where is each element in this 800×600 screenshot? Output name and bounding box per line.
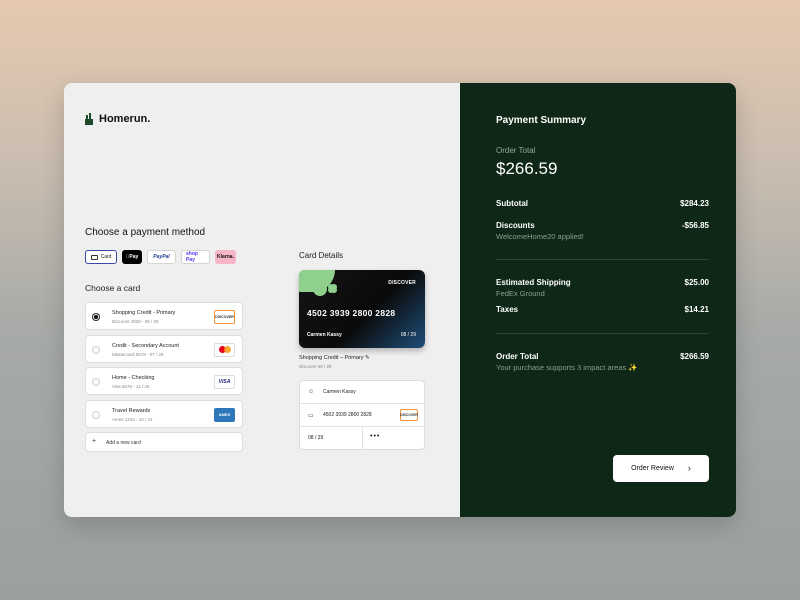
card-option-sub: Mastercard 5678 - 07 / 25 [112, 351, 164, 357]
brand-logo-icon [85, 113, 93, 125]
card-fields: ☺ Carmen Kassy ▭ 4502 3939 2800 2828 DIS… [299, 380, 425, 450]
name-field-value: Carmen Kassy [323, 389, 356, 395]
card-list: Shopping Credit - Primary Discover 2828 … [85, 302, 243, 457]
total-label: Order Total [496, 352, 539, 361]
card-number-field[interactable]: ▭ 4502 3939 2800 2828 DISCOVER [300, 404, 424, 427]
expiry-field[interactable]: 08 / 29 [308, 435, 323, 441]
amex-logo-icon: AMEX [214, 407, 235, 422]
field-divider [362, 427, 363, 450]
discover-logo-icon: DISCOVER [214, 310, 235, 324]
card-details-heading: Card Details [299, 251, 344, 260]
discount-note: WelcomeHome20 applied! [496, 232, 584, 241]
order-total-value: $266.59 [496, 159, 558, 178]
selected-card-name: Shopping Credit – Primary [299, 355, 364, 361]
brand-name: Homerun. [99, 113, 151, 125]
name-field[interactable]: ☺ Carmen Kassy [300, 381, 424, 404]
edit-pencil-icon[interactable]: ✎ [365, 355, 370, 361]
selected-card-title[interactable]: Shopping Credit – Primary ✎ [299, 355, 370, 361]
summary-panel: Payment Summary Order Total $266.59 Subt… [460, 83, 736, 517]
radio-selected[interactable] [92, 313, 100, 321]
payment-method-heading: Choose a payment method [85, 227, 206, 238]
credit-card-preview: DISCOVER 4502 3939 2800 2828 Carmen Kass… [299, 270, 425, 348]
summary-title: Payment Summary [496, 115, 587, 126]
radio-unselected[interactable] [92, 410, 100, 419]
card-decoration [313, 282, 327, 296]
shipping-label: Estimated Shipping [496, 278, 571, 287]
brand: Homerun. [85, 113, 150, 125]
choose-card-heading: Choose a card [85, 283, 141, 293]
card-holder: Carmen Kassy [307, 332, 342, 338]
method-shop-pay[interactable]: shop Pay [181, 250, 210, 264]
add-new-card-button[interactable]: + Add a new card [85, 432, 243, 452]
taxes-label: Taxes [496, 305, 519, 314]
card-expiry: 08 / 29 [400, 332, 416, 338]
method-paypal[interactable]: PayPal [147, 250, 176, 264]
card-option-title: Credit - Secondary Account [112, 342, 179, 349]
plus-icon: + [92, 438, 97, 445]
shipping-carrier: FedEx Ground [496, 289, 545, 298]
method-card[interactable]: Card [85, 250, 117, 264]
add-card-label: Add a new card [106, 440, 141, 446]
card-number: 4502 3939 2800 2828 [307, 308, 396, 318]
method-apple-pay[interactable]: Pay [122, 250, 142, 264]
card-brand: DISCOVER [388, 280, 416, 286]
expiry-cvc-row: 08 / 29 ••• [300, 427, 424, 450]
discounts-label: Discounts [496, 221, 535, 230]
user-icon: ☺ [308, 389, 315, 395]
checkout-window: Homerun. Choose a payment method Card P… [64, 83, 736, 517]
cvc-field[interactable]: ••• [370, 433, 380, 440]
discover-logo-icon: DISCOVER [400, 409, 418, 421]
card-option-sub: Visa 5678 - 11 / 26 [112, 384, 150, 389]
card-option-shopping-credit[interactable]: Shopping Credit - Primary Discover 2828 … [85, 302, 243, 330]
card-option-title: Home - Checking [112, 375, 155, 381]
card-icon: ▭ [308, 413, 314, 419]
impact-note: Your purchase supports 3 impact areas ✨ [496, 363, 638, 372]
subtotal-value: $284.23 [680, 199, 709, 208]
card-option-title: Shopping Credit - Primary [112, 310, 176, 316]
order-review-button[interactable]: Order Review › [613, 455, 709, 482]
radio-unselected[interactable] [92, 378, 100, 386]
radio-unselected[interactable] [92, 345, 100, 354]
card-option-sub: Discover 2828 - 08 / 29 [112, 319, 159, 324]
visa-logo-icon: VISA [214, 375, 235, 389]
clover-icon [328, 284, 334, 290]
card-option-home-checking[interactable]: Home - Checking Visa 5678 - 11 / 26 VISA [85, 367, 243, 395]
card-option-travel-rewards[interactable]: Travel Rewards Amex 1234 - 10 / 24 AMEX [85, 399, 243, 428]
chevron-right-icon: › [687, 463, 691, 473]
selected-card-sub: Discover 08 / 29 [299, 364, 332, 369]
card-option-sub: Amex 1234 - 10 / 24 [112, 416, 153, 422]
method-paypal-label: PayPal [153, 254, 170, 260]
payment-method-tabs: Card Pay PayPal shop Pay Klarna. [85, 250, 236, 264]
card-option-credit-secondary[interactable]: Credit - Secondary Account Mastercard 56… [85, 334, 243, 363]
order-review-label: Order Review [631, 465, 674, 472]
method-shop-pay-label: shop Pay [186, 251, 198, 263]
method-apple-pay-label: Pay [127, 254, 138, 260]
mastercard-logo-icon [214, 342, 235, 357]
shipping-value: $25.00 [684, 278, 709, 287]
method-klarna-label: Klarna. [217, 254, 234, 260]
total-value: $266.59 [680, 352, 709, 361]
divider [496, 333, 709, 334]
card-icon [90, 254, 98, 260]
subtotal-label: Subtotal [496, 199, 528, 208]
payment-panel: Homerun. Choose a payment method Card P… [64, 83, 460, 517]
card-option-title: Travel Rewards [112, 407, 151, 414]
order-total-label: Order Total [496, 146, 536, 155]
divider [496, 259, 709, 260]
card-number-value: 4502 3939 2800 2828 [323, 412, 372, 418]
taxes-value: $14.21 [684, 305, 709, 314]
method-card-label: Card [100, 254, 112, 260]
method-klarna[interactable]: Klarna. [215, 250, 236, 264]
discounts-value: -$56.85 [681, 221, 709, 230]
